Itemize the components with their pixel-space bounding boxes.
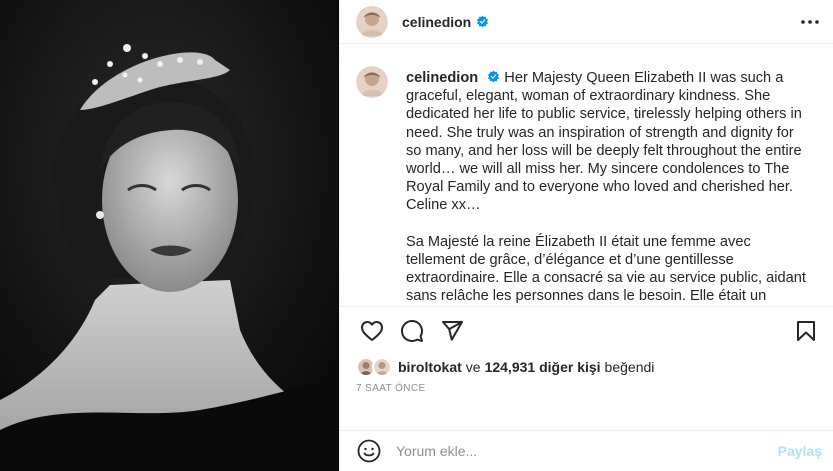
likes-suffix: beğendi [604,359,655,375]
post-footer: biroltokat ve 124,931 diğer kişi beğendi… [340,306,833,397]
post-header: celinedion [340,0,833,44]
action-bar [340,307,833,355]
verified-badge-icon [488,70,500,83]
caption-author[interactable]: celinedion [406,70,478,86]
portrait-photo [0,0,339,471]
share-icon[interactable] [432,311,472,351]
emoji-icon[interactable] [356,438,382,464]
username[interactable]: celinedion [402,14,471,30]
caption-avatar[interactable] [356,66,388,98]
heart-icon[interactable] [352,311,392,351]
verified-badge-icon [477,15,489,28]
post-sidebar: celinedion celinedion Her Majesty Queen … [339,0,833,471]
avatar[interactable] [356,5,388,38]
liker-username[interactable]: biroltokat [398,359,462,375]
post-image[interactable] [0,0,339,471]
more-options-icon[interactable] [797,9,823,35]
liker-avatar [372,357,392,377]
bookmark-icon[interactable] [786,311,826,351]
comment-icon[interactable] [392,311,432,351]
comment-bar: Paylaş [340,430,833,471]
caption-paragraph-english: Her Majesty Queen Elizabeth II was such … [406,70,802,214]
caption-paragraph-french: Sa Majesté la reine Élizabeth II était u… [406,233,806,305]
caption-text: celinedion Her Majesty Queen Elizabeth I… [406,69,806,306]
likes-count[interactable]: 124,931 diğer kişi [485,359,601,375]
post-comment-button[interactable]: Paylaş [778,443,822,459]
avatar-image [356,66,388,98]
caption-section: celinedion Her Majesty Queen Elizabeth I… [340,44,833,306]
likes-connector: ve [465,359,481,375]
liker-avatars[interactable] [356,357,392,377]
post-timestamp[interactable]: 7 SAAT ÖNCE [340,379,833,397]
avatar-image [356,5,388,38]
comment-input[interactable] [396,443,778,459]
likes-summary: biroltokat ve 124,931 diğer kişi beğendi [340,355,833,379]
